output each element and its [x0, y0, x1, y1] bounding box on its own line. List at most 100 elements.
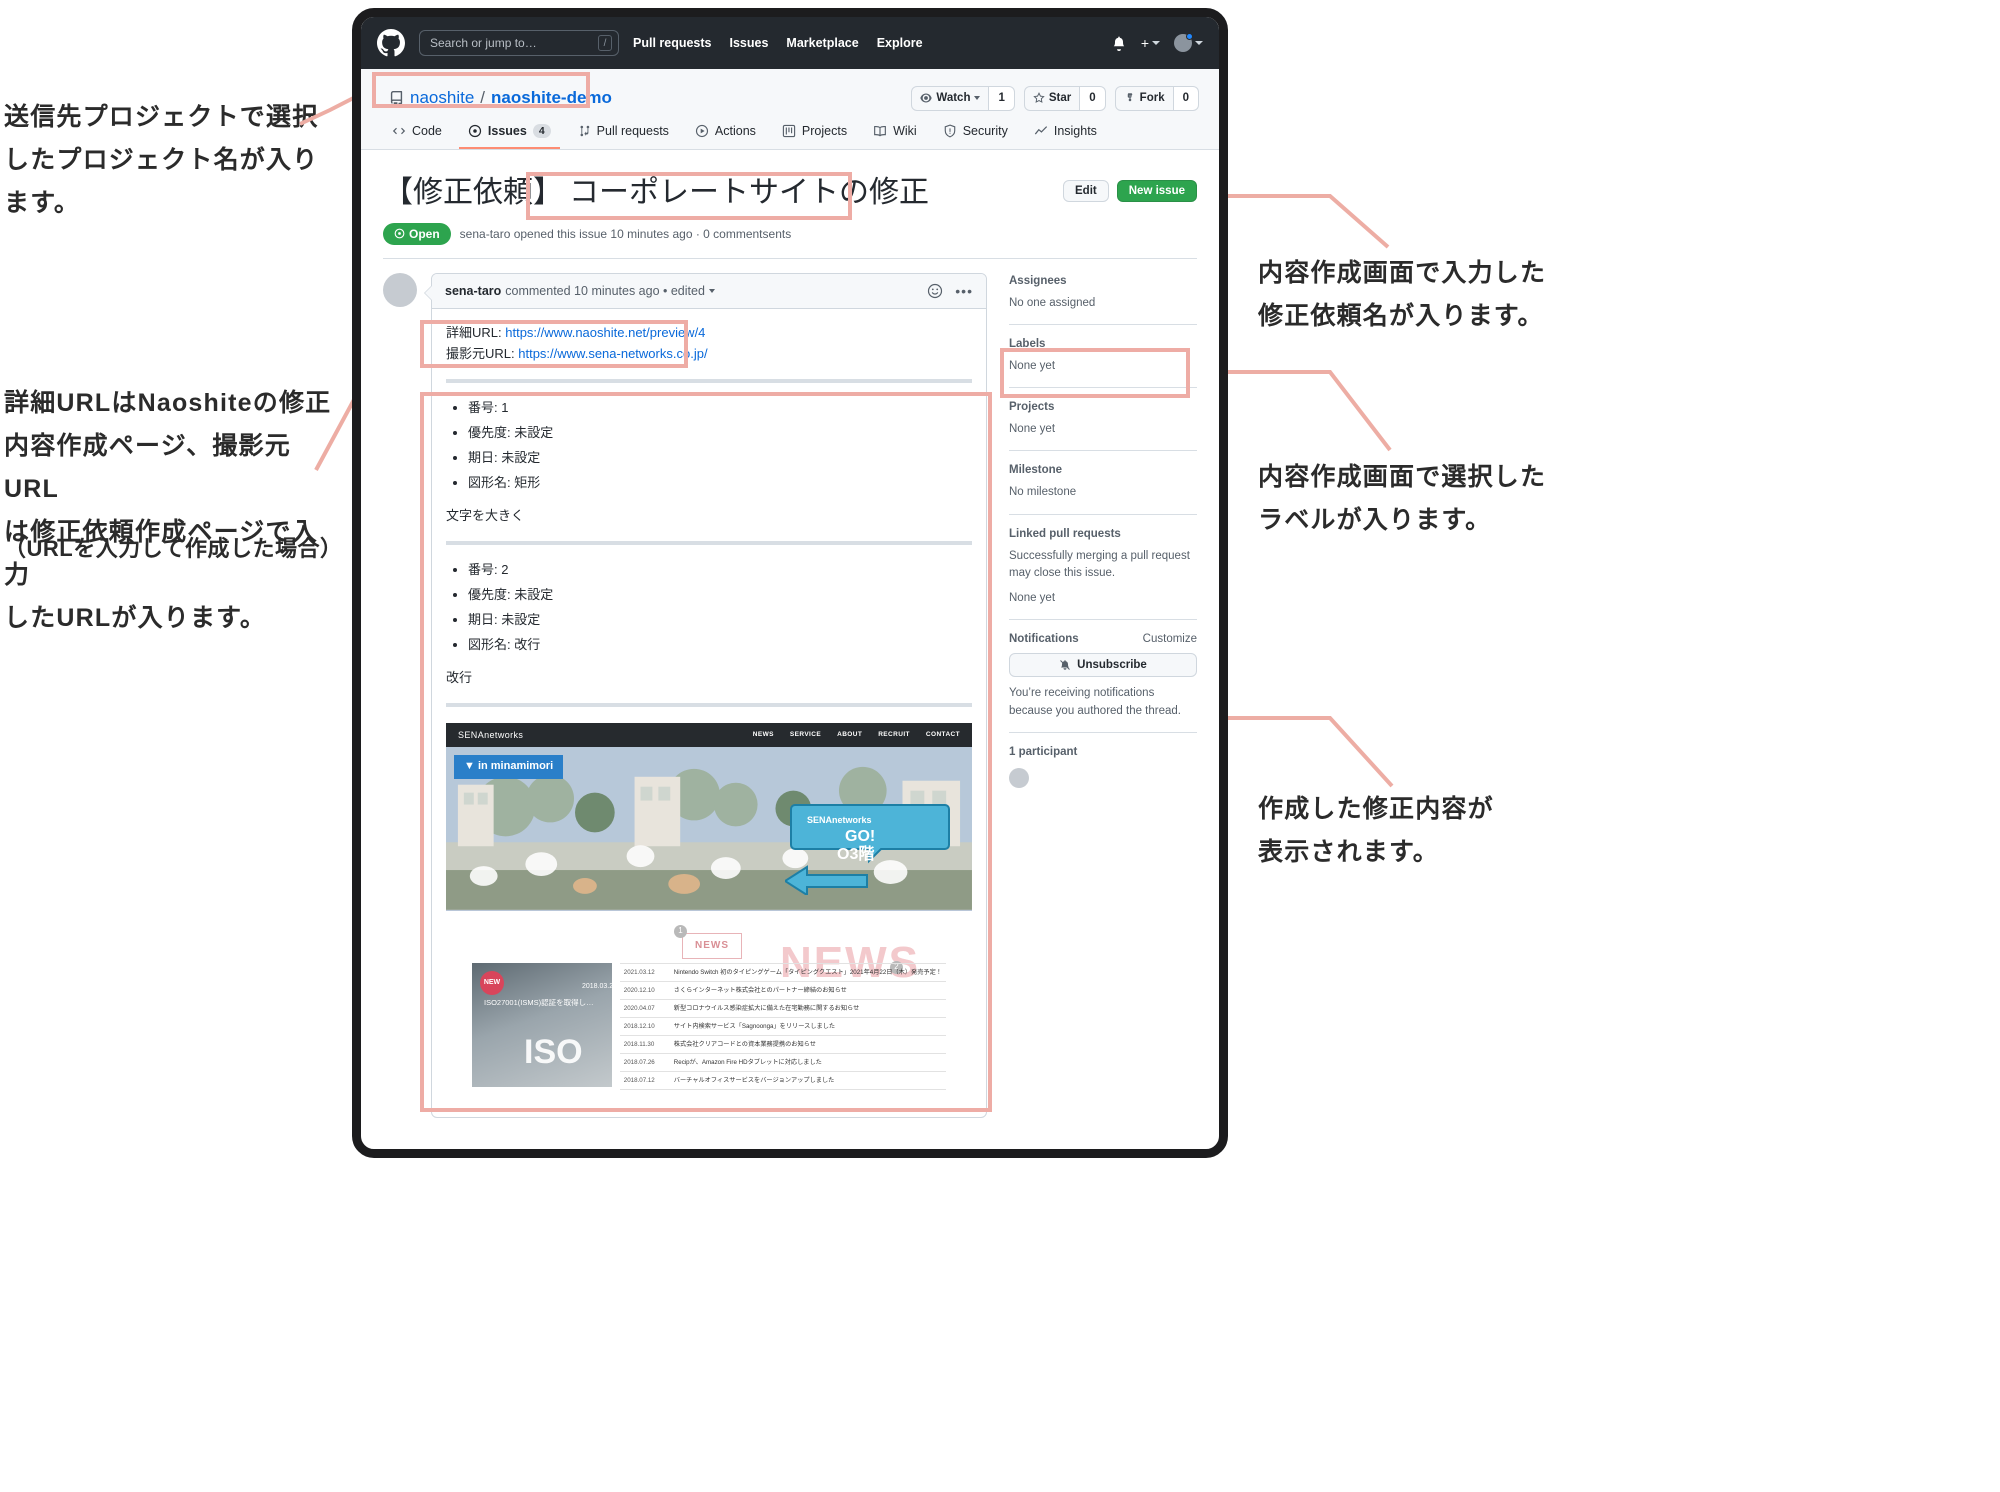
detail-list-2: 番号: 2 優先度: 未設定 期日: 未設定 図形名: 改行 — [468, 559, 972, 655]
page-title: 【修正依頼】 コーポレートサイトの修正 — [383, 172, 935, 214]
sidebar-heading-milestone[interactable]: Milestone — [1009, 464, 1197, 476]
news-date: 2018.07.12 — [623, 1076, 655, 1084]
star-count[interactable]: 0 — [1080, 85, 1106, 111]
photo-new-badge: NEW — [480, 971, 504, 996]
news-row-wrapper: NEW 2018.03.21 ISO27001(ISMS)認証を取得し… ISO… — [472, 963, 946, 1091]
list-item: 期日: 未設定 — [468, 609, 972, 630]
watch-button-group[interactable]: Watch 1 — [911, 85, 1015, 111]
nav-explore[interactable]: Explore — [877, 36, 923, 50]
list-item: 番号: 2 — [468, 559, 972, 580]
tab-projects[interactable]: Projects — [773, 117, 856, 149]
github-mark-icon[interactable] — [377, 29, 405, 57]
avatar[interactable] — [1174, 33, 1203, 52]
news-list-item: 2018.12.10 サイト内検索サービス「Sagnoonga」をリリースしました — [619, 1018, 946, 1037]
edited-chevron-down-icon[interactable] — [708, 288, 715, 293]
sidebar-section-milestone: Milestone No milestone — [1009, 451, 1197, 515]
fork-label: Fork — [1139, 92, 1165, 104]
comment-author[interactable]: sena-taro — [445, 284, 501, 298]
edit-button[interactable]: Edit — [1063, 180, 1109, 202]
site-nav-contact: CONTACT — [925, 730, 960, 738]
news-pill: NEWS — [682, 933, 742, 960]
markdown-divider-3 — [446, 703, 972, 708]
tab-code[interactable]: Code — [383, 117, 451, 149]
sidebar-heading-notifications: Notifications Customize — [1009, 633, 1197, 645]
svg-text:GO!: GO! — [845, 828, 875, 845]
plus-icon: + — [1140, 35, 1149, 51]
tab-security-label: Security — [962, 124, 1008, 138]
nav-issues[interactable]: Issues — [730, 36, 769, 50]
fork-button-group[interactable]: Fork 0 — [1114, 85, 1199, 111]
fork-icon — [1127, 93, 1132, 102]
repo-tabs: Code Issues 4 Pull requests Actions Proj… — [381, 117, 1199, 149]
tab-issues[interactable]: Issues 4 — [458, 117, 560, 149]
issue-opened-icon — [468, 124, 482, 138]
sidebar-heading-assignees[interactable]: Assignees — [1009, 275, 1197, 287]
sidebar-value-linked-prs-2: None yet — [1009, 592, 1056, 604]
repo-action-buttons: Watch 1 Star 0 Fork 0 — [911, 85, 1199, 111]
site-brand-tail: networks — [484, 729, 524, 740]
photo-caption: ISO27001(ISMS)認証を取得し… — [484, 998, 594, 1008]
tab-pull-requests[interactable]: Pull requests — [568, 117, 678, 149]
code-icon — [392, 127, 406, 135]
status-badge: Open — [383, 222, 451, 245]
comment-avatar — [383, 272, 417, 307]
news-list-item: 2018.07.12 バーチャルオフィスサービスをバージョンアップしました — [619, 1072, 946, 1091]
breadcrumb-repo-name[interactable]: naoshite-demo — [491, 88, 612, 108]
issue-subtitle-text: sena-taro opened this issue 10 minutes a… — [459, 226, 769, 241]
participant-avatar[interactable] — [1009, 767, 1029, 788]
site-brand: SENA — [458, 729, 485, 740]
breadcrumb-owner[interactable]: naoshite — [410, 88, 474, 108]
tab-security[interactable]: Security — [934, 117, 1017, 149]
issue-title-prefix: 【修正依頼】 — [383, 176, 563, 209]
star-button-group[interactable]: Star 0 — [1023, 85, 1106, 111]
new-issue-button[interactable]: New issue — [1116, 180, 1197, 202]
star-button[interactable]: Star — [1023, 85, 1081, 111]
list-item: 番号: 1 — [468, 397, 972, 418]
svg-text:O3階: O3階 — [837, 844, 874, 863]
bell-icon[interactable] — [1111, 35, 1127, 51]
news-text: Recipが、Amazon Fire HDタブレットに対応しました — [673, 1058, 822, 1066]
search-input[interactable]: Search or jump to… / — [419, 30, 619, 56]
sidebar-heading-linked-prs[interactable]: Linked pull requests — [1009, 528, 1197, 540]
chevron-down-icon — [1152, 41, 1160, 45]
nav-marketplace[interactable]: Marketplace — [786, 36, 858, 50]
bell-slash-icon — [1060, 660, 1071, 671]
customize-link[interactable]: Customize — [1143, 633, 1197, 645]
smiley-icon[interactable] — [927, 283, 943, 299]
news-list-item: 2021.03.12 Nintendo Switch 初のタイピングゲーム「タイピ… — [619, 964, 946, 983]
sidebar-value-projects: None yet — [1009, 423, 1056, 435]
watch-count[interactable]: 1 — [989, 85, 1015, 111]
tab-wiki-label: Wiki — [893, 124, 917, 138]
global-header-right: + — [1111, 33, 1203, 52]
embedded-screenshot[interactable]: SENAnetworks NEWS SERVICE ABOUT RECRUIT … — [446, 723, 972, 1102]
detail-url-link[interactable]: https://www.naoshite.net/preview/4 — [505, 325, 705, 340]
watch-button[interactable]: Watch — [911, 85, 990, 111]
photo-logo: ISO — [524, 1033, 583, 1072]
news-list: 2021.03.12 Nintendo Switch 初のタイピングゲーム「タイピ… — [619, 963, 946, 1091]
site-nav-recruit: RECRUIT — [878, 730, 910, 738]
nav-pull-requests[interactable]: Pull requests — [633, 36, 712, 50]
list-item: 期日: 未設定 — [468, 447, 972, 468]
create-new-menu[interactable]: + — [1141, 35, 1160, 51]
sidebar-section-assignees: Assignees No one assigned — [1009, 273, 1197, 325]
fork-button[interactable]: Fork — [1114, 85, 1174, 111]
sidebar-heading-projects[interactable]: Projects — [1009, 401, 1197, 413]
tab-insights[interactable]: Insights — [1025, 117, 1106, 149]
source-url-link[interactable]: https://www.sena-networks.co.jp/ — [518, 346, 707, 361]
tab-code-label: Code — [412, 124, 442, 138]
detail-note-2: 改行 — [446, 670, 473, 686]
news-text: 新型コロナウイルス感染症拡大に備えた在宅勤務に関するお知らせ — [673, 1004, 860, 1012]
tab-actions[interactable]: Actions — [686, 117, 765, 149]
site-nav-news: NEWS — [752, 730, 774, 738]
news-text: 株式会社クリアコードとの資本業務提携のお知らせ — [673, 1040, 816, 1048]
unsubscribe-button[interactable]: Unsubscribe — [1009, 653, 1197, 678]
repository-header: naoshite / naoshite-demo Watch 1 Star 0 … — [361, 69, 1219, 150]
kebab-horizontal-icon[interactable]: ••• — [955, 283, 973, 299]
git-pull-request-icon — [580, 125, 589, 137]
news-list-item: 2020.04.07 新型コロナウイルス感染症拡大に備えた在宅勤務に関するお知らせ — [619, 1000, 946, 1019]
fork-count[interactable]: 0 — [1173, 85, 1199, 111]
comment-body: 詳細URL: https://www.naoshite.net/preview/… — [432, 309, 986, 1118]
tab-wiki[interactable]: Wiki — [864, 117, 926, 149]
sidebar-heading-labels[interactable]: Labels — [1009, 338, 1197, 350]
issue-main-column: sena-taro commented 10 minutes ago • edi… — [383, 272, 987, 1119]
